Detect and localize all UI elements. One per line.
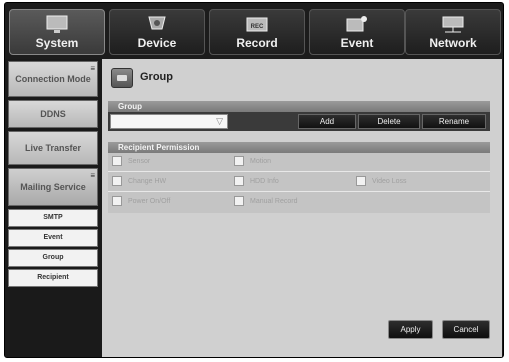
option-label: Video Loss — [372, 177, 407, 185]
rename-button[interactable]: Rename — [422, 114, 486, 129]
group-section-header: Group — [108, 101, 490, 112]
sidebar-subitem-group[interactable]: Group — [8, 249, 98, 267]
apply-button[interactable]: Apply — [388, 320, 433, 339]
top-tab-bar: System Device REC Record Event Network — [5, 3, 503, 59]
hdd-info-checkbox[interactable] — [234, 176, 244, 186]
tab-label: Record — [236, 36, 278, 50]
video-loss-checkbox[interactable] — [356, 176, 366, 186]
sidebar-subitem-label: SMTP — [43, 214, 63, 221]
option-label: Power On/Off — [128, 197, 171, 205]
sidebar-subitem-label: Recipient — [37, 274, 69, 281]
motion-option[interactable]: Motion — [234, 156, 271, 166]
network-icon — [442, 16, 464, 33]
manual-record-checkbox[interactable] — [234, 196, 244, 206]
tab-label: Network — [429, 36, 477, 50]
expand-marker-icon: ≡ — [90, 171, 95, 180]
tab-device[interactable]: Device — [109, 9, 205, 55]
option-label: Motion — [250, 157, 272, 165]
sidebar-subitem-smtp[interactable]: SMTP — [8, 209, 98, 227]
permission-row: Power On/Off Manual Record — [108, 193, 490, 212]
option-label: HDD Info — [250, 177, 279, 185]
tab-label: Event — [340, 36, 374, 50]
sidebar-item-label: DDNS — [40, 108, 66, 119]
group-toolbar: ▽ Add Delete Rename — [108, 112, 490, 131]
sidebar-subitem-event[interactable]: Event — [8, 229, 98, 247]
group-page-icon — [111, 68, 133, 88]
sidebar-item-label: Mailing Service — [20, 181, 86, 192]
rec-icon: REC — [246, 17, 268, 32]
cancel-button[interactable]: Cancel — [442, 320, 490, 339]
manual-record-option[interactable]: Manual Record — [234, 196, 297, 206]
tab-label: Device — [137, 36, 177, 50]
sensor-checkbox[interactable] — [112, 156, 122, 166]
group-settings-panel: Group Group ▽ Add Delete Rename Recipien… — [102, 59, 502, 357]
tab-record[interactable]: REC Record — [209, 9, 305, 55]
sensor-option[interactable]: Sensor — [112, 156, 150, 166]
power-onoff-option[interactable]: Power On/Off — [112, 196, 170, 206]
event-icon — [346, 16, 367, 32]
tab-network[interactable]: Network — [405, 9, 501, 55]
sidebar-item-connection-mode[interactable]: ≡ Connection Mode — [8, 61, 98, 97]
change-hw-checkbox[interactable] — [112, 176, 122, 186]
chevron-down-icon: ▽ — [216, 116, 223, 126]
sidebar-item-live-transfer[interactable]: Live Transfer — [8, 131, 98, 165]
recipient-permission-header: Recipient Permission — [108, 142, 490, 153]
power-onoff-checkbox[interactable] — [112, 196, 122, 206]
video-loss-option[interactable]: Video Loss — [356, 176, 407, 186]
svg-text:REC: REC — [251, 24, 264, 30]
sidebar-subitem-label: Group — [42, 254, 64, 261]
dvr-window: System Device REC Record Event Network ≡… — [4, 2, 504, 358]
sidebar-item-mailing-service[interactable]: ≡ Mailing Service — [8, 168, 98, 206]
camera-icon — [148, 16, 166, 30]
permission-list: Sensor Motion Change HW HDD Info Video L… — [108, 153, 490, 213]
add-button[interactable]: Add — [298, 114, 356, 129]
tab-system[interactable]: System — [9, 9, 105, 55]
hdd-info-option[interactable]: HDD Info — [234, 176, 279, 186]
monitor-icon — [46, 15, 68, 33]
sidebar-item-ddns[interactable]: DDNS — [8, 100, 98, 128]
expand-marker-icon: ≡ — [90, 64, 95, 73]
option-label: Change HW — [128, 177, 167, 185]
sidebar-subitem-recipient[interactable]: Recipient — [8, 269, 98, 287]
permission-row: Change HW HDD Info Video Loss — [108, 173, 490, 192]
page-title: Group — [140, 71, 173, 83]
sidebar-item-label: Connection Mode — [15, 73, 91, 84]
change-hw-option[interactable]: Change HW — [112, 176, 166, 186]
option-label: Manual Record — [250, 197, 298, 205]
delete-button[interactable]: Delete — [358, 114, 420, 129]
sidebar: ≡ Connection Mode DDNS Live Transfer ≡ M… — [5, 59, 102, 357]
option-label: Sensor — [128, 157, 151, 165]
permission-row: Sensor Motion — [108, 153, 490, 172]
group-select[interactable]: ▽ — [110, 114, 228, 129]
tab-label: System — [35, 36, 79, 50]
sidebar-subitem-label: Event — [43, 234, 63, 241]
tab-event[interactable]: Event — [309, 9, 405, 55]
sidebar-item-label: Live Transfer — [24, 142, 82, 153]
motion-checkbox[interactable] — [234, 156, 244, 166]
